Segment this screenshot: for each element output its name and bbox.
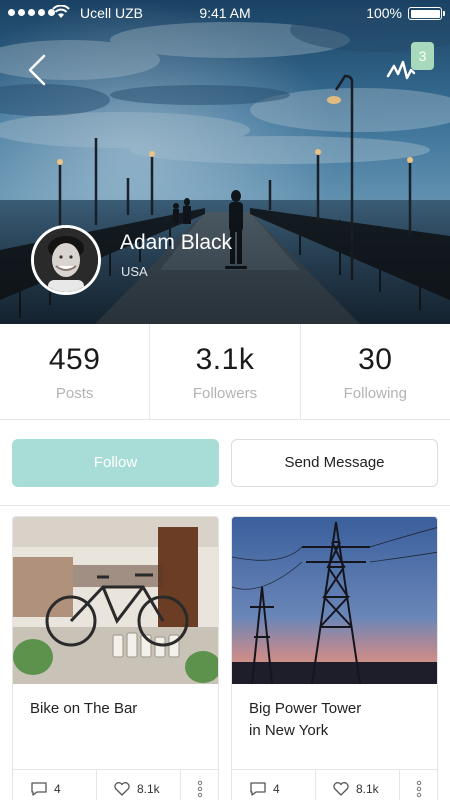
post-meta-bar: 4 8.1k [13,769,218,800]
heart-icon [333,781,349,796]
more-vertical-icon [197,780,202,797]
avatar-image [34,228,98,292]
profile-header: Ucell UZB 9:41 AM 100% 3 Adam Black USA [0,0,450,324]
comments-button[interactable]: 4 [232,770,316,800]
like-count: 8.1k [137,781,160,796]
comment-icon [31,781,47,796]
status-bar: Ucell UZB 9:41 AM 100% [0,0,450,26]
profile-name: Adam Black [120,231,233,254]
comment-icon [250,781,266,796]
comments-button[interactable]: 4 [13,770,97,800]
stat-following[interactable]: 30 Following [301,324,450,419]
more-options-button[interactable] [400,770,437,800]
stat-label: Following [343,385,407,402]
post-title[interactable]: Big Power Tower in New York [249,698,429,742]
battery-percentage: 100% [366,5,402,21]
like-button[interactable]: 8.1k [97,770,181,800]
avatar[interactable] [31,225,101,295]
stat-followers[interactable]: 3.1k Followers [150,324,301,419]
battery-icon [408,7,445,20]
stat-value: 459 [48,343,101,376]
send-message-button[interactable]: Send Message [231,439,438,487]
post-title[interactable]: Bike on The Bar [30,698,210,720]
chevron-left-icon [28,54,46,86]
stat-label: Posts [55,385,94,402]
comment-count: 4 [54,781,61,796]
follow-button[interactable]: Follow [12,439,219,487]
more-options-button[interactable] [181,770,218,800]
post-card[interactable]: Bike on The Bar 4 8.1k [12,516,219,800]
more-vertical-icon [416,780,421,797]
stat-value: 3.1k [195,343,255,376]
heart-icon [114,781,130,796]
like-button[interactable]: 8.1k [316,770,400,800]
post-image[interactable] [232,517,438,684]
like-count: 8.1k [356,781,379,796]
notification-badge[interactable]: 3 [411,42,434,70]
post-meta-bar: 4 8.1k [232,769,437,800]
stat-label: Followers [192,385,258,402]
stat-value: 30 [358,343,393,376]
post-card[interactable]: Big Power Tower in New York 4 8.1k [231,516,438,800]
post-image[interactable] [13,517,219,684]
profile-stats: 459 Posts 3.1k Followers 30 Following [0,324,450,420]
comment-count: 4 [273,781,280,796]
profile-actions: Follow Send Message [0,420,450,506]
stat-posts[interactable]: 459 Posts [0,324,151,419]
back-button[interactable] [22,52,54,88]
profile-location: USA [121,264,148,279]
